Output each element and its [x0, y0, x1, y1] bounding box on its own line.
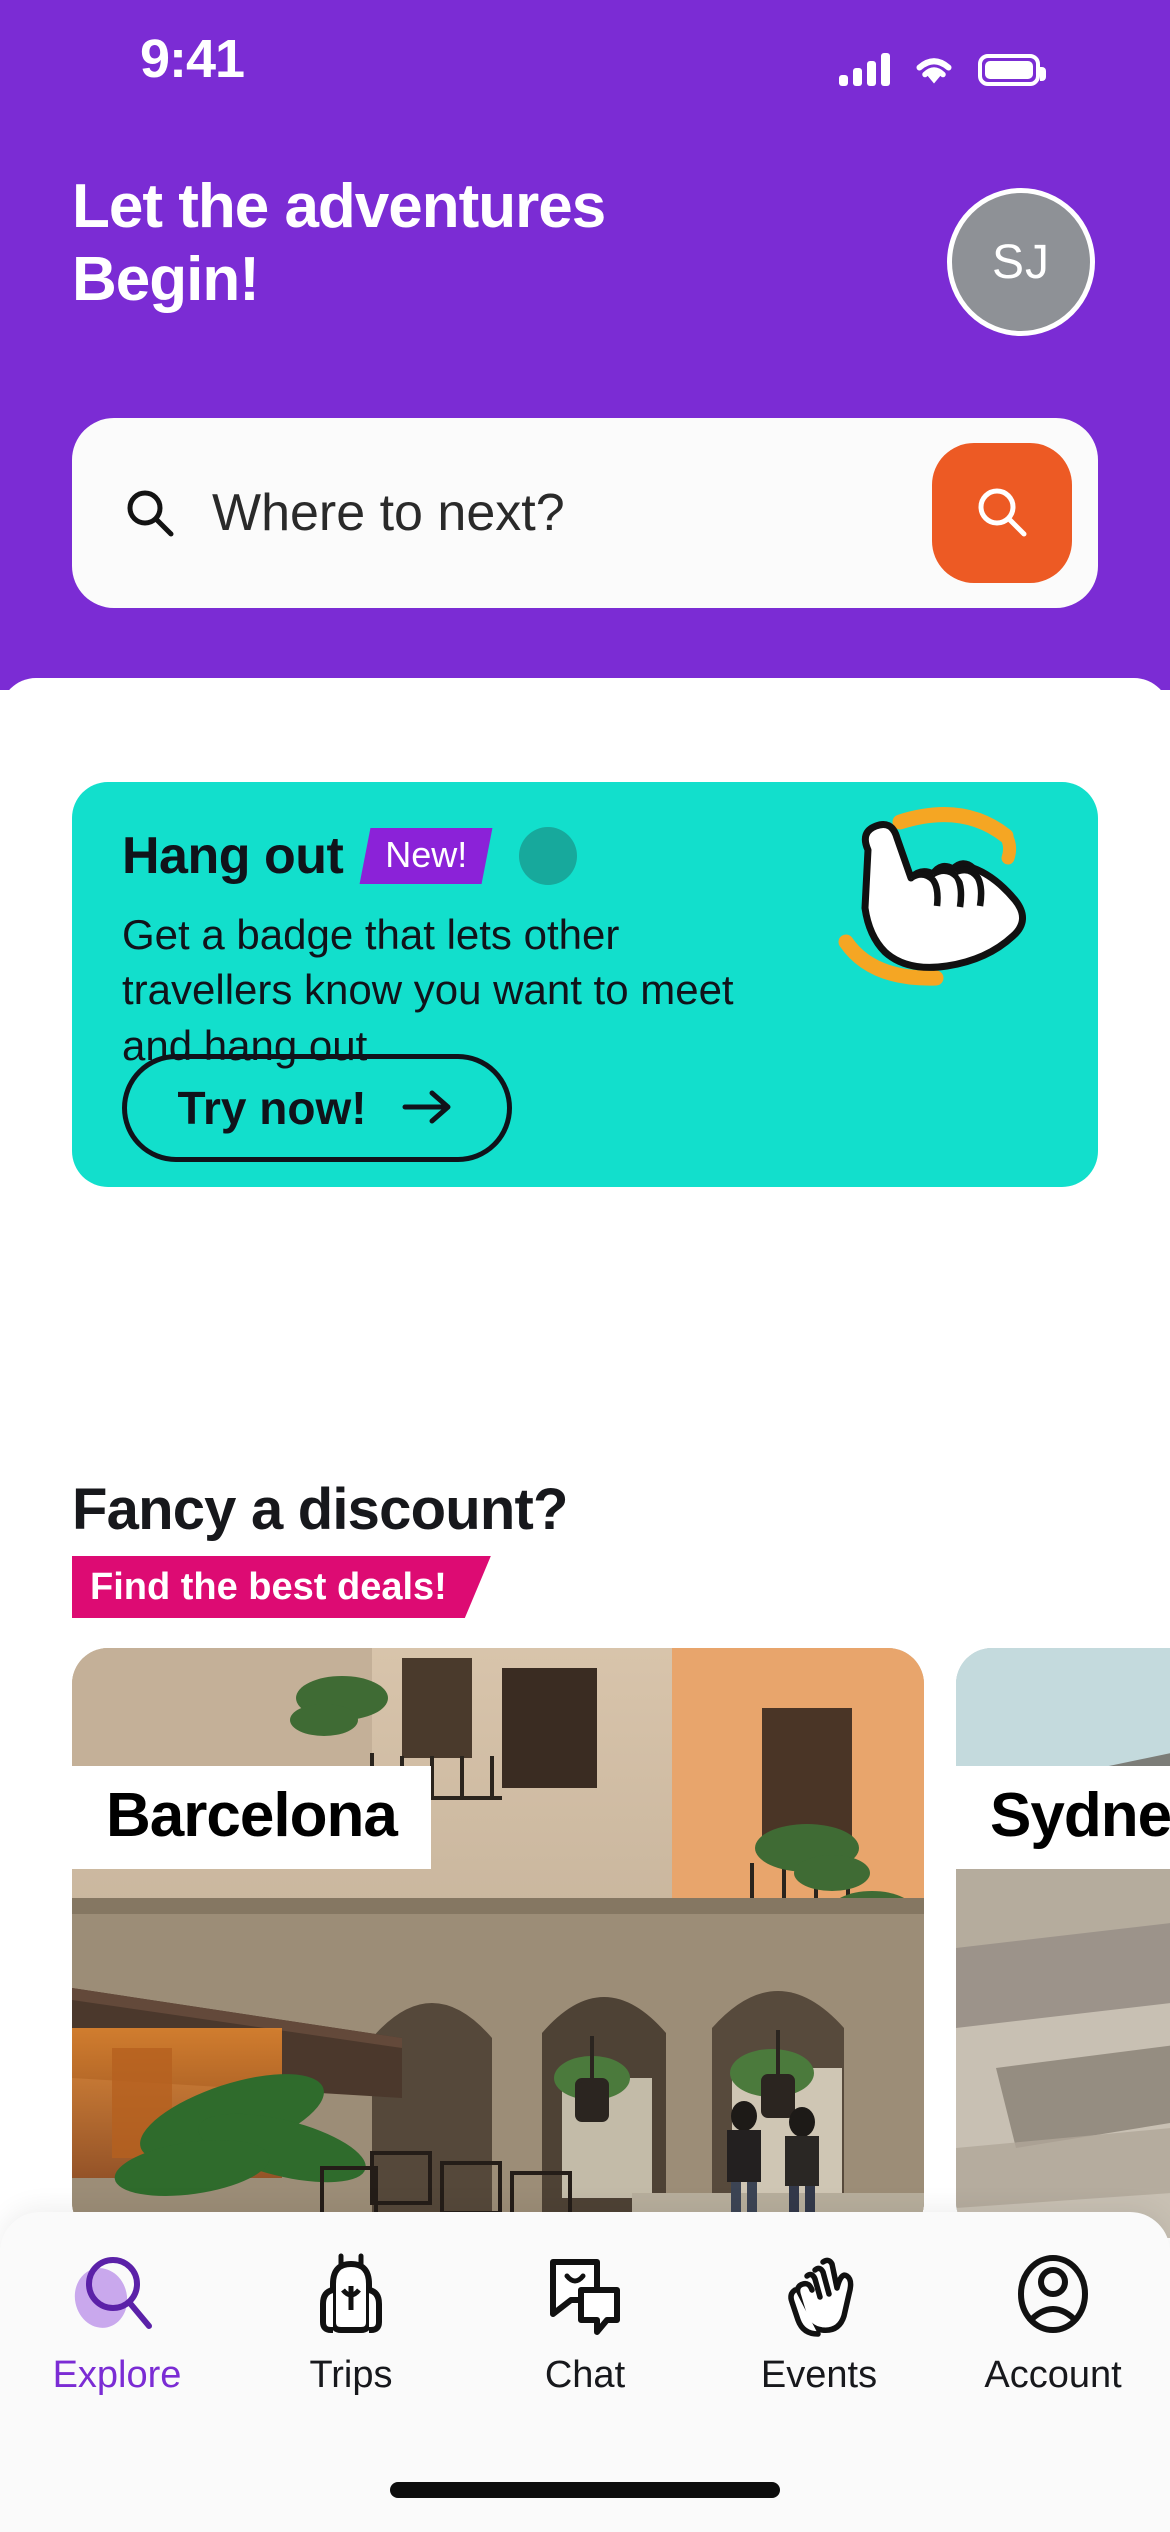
tab-label: Trips — [309, 2354, 393, 2396]
app-header: 9:41 Let the adventures Begin! SJ — [0, 0, 1170, 690]
hangout-title: Hang out — [122, 827, 344, 885]
search-input[interactable] — [212, 483, 932, 543]
try-now-button[interactable]: Try now! — [122, 1054, 512, 1162]
deals-ribbon-label: Find the best deals! — [90, 1565, 447, 1608]
discount-section-title: Fancy a discount? — [72, 1477, 568, 1542]
arrow-right-icon — [401, 1087, 457, 1130]
shaka-hand-icon — [838, 802, 1038, 987]
search-icon — [124, 487, 176, 539]
status-bar-icons — [839, 40, 1046, 86]
search-icon — [972, 482, 1032, 545]
tab-trips[interactable]: Trips — [234, 2246, 468, 2397]
tab-label: Explore — [52, 2354, 182, 2396]
city-cards-carousel[interactable]: Barcelona Sydney — [0, 1648, 1170, 2268]
backpack-icon — [303, 2246, 399, 2342]
wifi-icon — [912, 52, 956, 86]
hangout-promo-card[interactable]: Hang out New! Get a badge that lets othe… — [72, 782, 1098, 1187]
speech-bubbles-icon — [537, 2246, 633, 2342]
city-card-label: Sydney — [956, 1766, 1170, 1869]
search-bar — [72, 418, 1098, 608]
tab-explore[interactable]: Explore — [0, 2246, 234, 2397]
city-card-sydney[interactable]: Sydney — [956, 1648, 1170, 2238]
person-circle-icon — [1005, 2246, 1101, 2342]
hangout-title-row: Hang out New! — [122, 826, 578, 886]
barcelona-plaza-photo — [72, 1648, 924, 2238]
tab-events[interactable]: Events — [702, 2246, 936, 2397]
tab-account[interactable]: Account — [936, 2246, 1170, 2397]
status-bar-time: 9:41 — [140, 29, 245, 89]
waving-hands-icon — [771, 2246, 867, 2342]
cellular-signal-icon — [839, 52, 890, 86]
magnifier-icon — [69, 2246, 165, 2342]
bottom-tab-bar: Explore Trips Chat Events Account — [0, 2212, 1170, 2532]
city-card-barcelona[interactable]: Barcelona — [72, 1648, 924, 2238]
search-submit-button[interactable] — [932, 443, 1072, 583]
status-bar: 9:41 — [0, 0, 1170, 110]
hangout-description: Get a badge that lets other travellers k… — [122, 911, 734, 1069]
battery-full-icon — [978, 54, 1046, 86]
tab-chat[interactable]: Chat — [468, 2246, 702, 2397]
avatar-initials: SJ — [991, 235, 1050, 289]
tab-label: Account — [984, 2354, 1122, 2396]
page-title: Let the adventures Begin! — [72, 172, 606, 315]
tab-list: Explore Trips Chat Events Account — [0, 2246, 1170, 2397]
tab-label: Chat — [544, 2354, 626, 2396]
home-indicator — [390, 2482, 780, 2498]
avatar[interactable]: SJ — [947, 188, 1095, 336]
sydney-rocks-photo — [956, 1648, 1170, 2238]
city-card-label: Barcelona — [72, 1766, 431, 1869]
badge-label: New! — [385, 834, 468, 875]
deals-ribbon: Find the best deals! — [72, 1556, 491, 1618]
status-badge: New! — [359, 828, 493, 884]
tab-label: Events — [760, 2354, 878, 2396]
try-now-label: Try now! — [177, 1082, 367, 1134]
decorative-dot-icon — [519, 827, 578, 885]
